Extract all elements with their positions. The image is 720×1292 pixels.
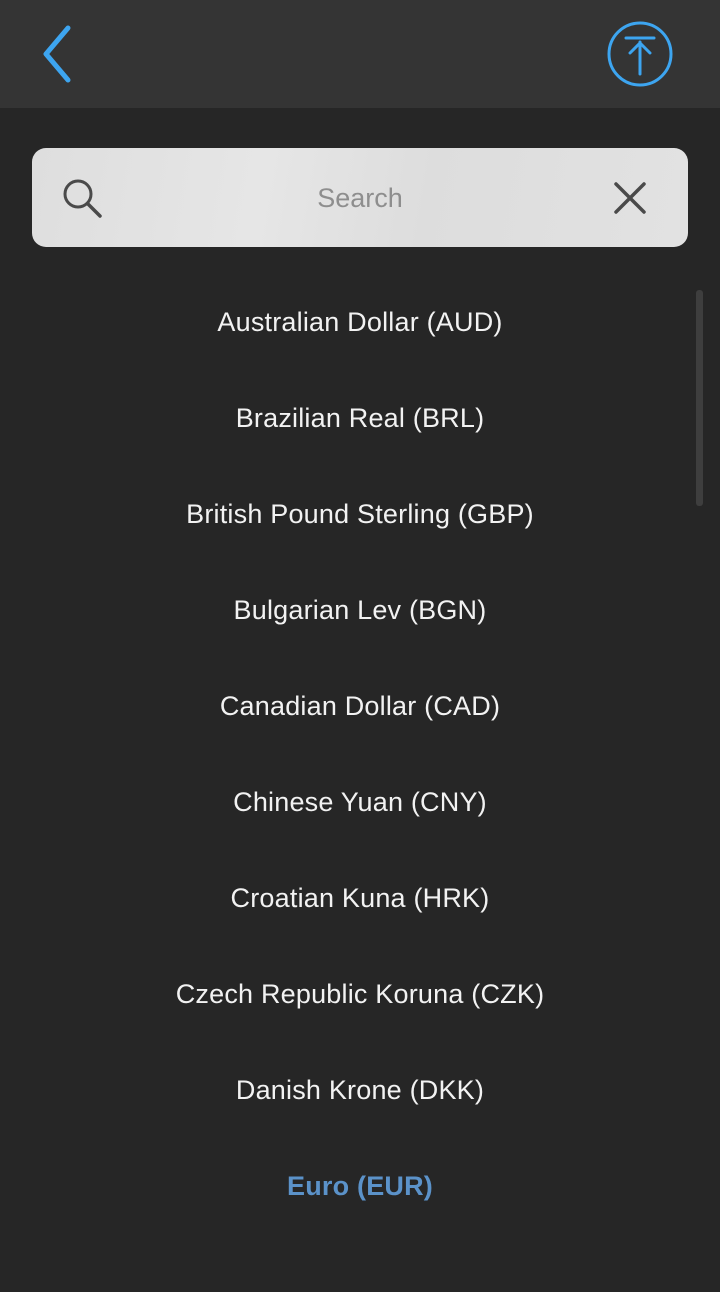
currency-item-eur[interactable]: Euro (EUR) — [0, 1138, 720, 1234]
currency-list: Australian Dollar (AUD) Brazilian Real (… — [0, 274, 720, 1234]
chevron-left-icon — [43, 25, 71, 83]
scrollbar-thumb[interactable] — [696, 290, 703, 506]
currency-item-dkk[interactable]: Danish Krone (DKK) — [0, 1042, 720, 1138]
top-bar — [0, 0, 720, 108]
currency-item-brl[interactable]: Brazilian Real (BRL) — [0, 370, 720, 466]
clear-search-button[interactable] — [602, 170, 658, 226]
currency-item-aud[interactable]: Australian Dollar (AUD) — [0, 274, 720, 370]
arrow-up-to-top-circle-icon — [607, 21, 673, 87]
currency-item-cad[interactable]: Canadian Dollar (CAD) — [0, 658, 720, 754]
currency-item-czk[interactable]: Czech Republic Koruna (CZK) — [0, 946, 720, 1042]
scroll-to-top-button[interactable] — [604, 18, 676, 90]
search-input[interactable] — [122, 168, 598, 228]
close-icon — [614, 182, 646, 214]
currency-item-cny[interactable]: Chinese Yuan (CNY) — [0, 754, 720, 850]
search-bar — [32, 148, 688, 247]
currency-item-bgn[interactable]: Bulgarian Lev (BGN) — [0, 562, 720, 658]
magnifier-icon — [63, 179, 102, 218]
currency-item-hrk[interactable]: Croatian Kuna (HRK) — [0, 850, 720, 946]
currency-item-gbp[interactable]: British Pound Sterling (GBP) — [0, 466, 720, 562]
back-button[interactable] — [28, 18, 84, 90]
